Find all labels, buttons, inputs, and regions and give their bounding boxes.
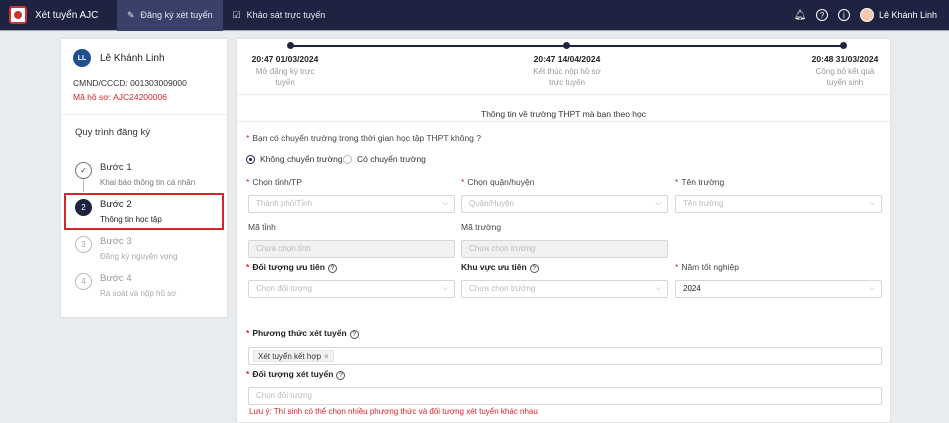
process-title: Quy trình đăng ký — [75, 127, 150, 138]
timeline-date-2: 20:47 14/04/2024 — [533, 54, 601, 64]
chevron-down-icon: ⌵ — [655, 200, 661, 207]
profile-name: Lê Khánh Linh — [100, 52, 165, 64]
checkbox-icon: ☑ — [232, 9, 241, 20]
profile-card: LL Lê Khánh Linh CMND/CCCD: 001303009000… — [61, 39, 227, 115]
chevron-down-icon: ⌵ — [442, 285, 448, 292]
radio-empty-icon — [343, 154, 352, 164]
method-multiselect[interactable]: Xét tuyển kết hợp × — [248, 347, 882, 365]
school-select[interactable]: Tên trường ⌵ — [675, 195, 882, 213]
help-icon[interactable]: ? — [815, 9, 828, 21]
ajc-logo-icon — [9, 6, 27, 24]
help-icon: ? — [327, 264, 337, 273]
grad-year-select[interactable]: 2024 ⌵ — [675, 280, 882, 298]
help-icon: ? — [529, 264, 539, 273]
step-4-number: 4 — [75, 273, 92, 290]
edit-icon: ✎ — [127, 9, 135, 20]
profile-code: Mã hồ sơ: AJC24200006 — [73, 92, 167, 102]
priority-label: * Đối tượng ưu tiên? — [246, 262, 337, 273]
timeline-dot — [563, 42, 570, 49]
priority-select[interactable]: Chọn đối tượng ⌵ — [248, 280, 455, 298]
step-4[interactable]: 4 Bước 4 Rà soát và nộp hồ sơ — [71, 270, 221, 302]
chevron-down-icon: ⌵ — [655, 285, 661, 292]
step-4-desc: Rà soát và nộp hồ sơ — [100, 289, 177, 298]
tab-register[interactable]: ✎ Đăng ký xét tuyển — [117, 0, 223, 31]
province-select[interactable]: Thành phố/Tỉnh ⌵ — [248, 195, 455, 213]
profile-avatar: LL — [73, 49, 91, 67]
timeline-desc-3: Công bố kết quả tuyển sinh — [815, 67, 875, 87]
area-select[interactable]: Chưa chọn trường ⌵ — [461, 280, 668, 298]
timeline-date-1: 20:47 01/03/2024 — [251, 54, 319, 64]
tab-register-label: Đăng ký xét tuyển — [140, 10, 213, 20]
step-3-number: 3 — [75, 236, 92, 253]
sidebar: LL Lê Khánh Linh CMND/CCCD: 001303009000… — [60, 38, 228, 318]
district-select[interactable]: Quận/Huyện ⌵ — [461, 195, 668, 213]
radio-no-transfer[interactable]: Không chuyển trường — [246, 154, 343, 164]
user-name[interactable]: Lê Khánh Linh — [879, 10, 937, 20]
user-avatar[interactable] — [859, 8, 874, 22]
help-icon: ? — [349, 330, 359, 339]
timeline-desc-2: Kết thúc nộp hồ sơ trực tuyến — [533, 67, 601, 87]
method-tag: Xét tuyển kết hợp × — [253, 350, 334, 362]
timeline-desc-1: Mở đăng ký trực tuyến — [255, 67, 315, 87]
section-title: Thông tin về trường THPT mà bạn theo học — [481, 109, 646, 119]
step-1[interactable]: ✓ Bước 1 Khai báo thông tin cá nhân — [71, 159, 221, 191]
target-label: * Đối tượng xét tuyển? — [246, 369, 346, 380]
step-3[interactable]: 3 Bước 3 Đăng ký nguyện vọng — [71, 233, 221, 265]
province-code-field: Chưa chọn tỉnh — [248, 240, 455, 258]
radio-transfer[interactable]: Có chuyển trường — [343, 154, 426, 164]
tab-survey[interactable]: ☑ Khảo sát trực tuyến — [223, 0, 336, 31]
main-panel: 20:47 01/03/2024 Mở đăng ký trực tuyến 20… — [236, 38, 891, 423]
timeline: 20:47 01/03/2024 Mở đăng ký trực tuyến 20… — [237, 39, 890, 95]
grad-year-label: * Năm tốt nghiệp — [675, 262, 739, 272]
district-label: * Chọn quận/huyện — [461, 177, 535, 187]
info-icon[interactable]: i — [837, 9, 850, 21]
divider — [237, 121, 890, 122]
profile-cmnd: CMND/CCCD: 001303009000 — [73, 78, 187, 88]
school-code-label: Mã trường — [461, 222, 502, 232]
tab-survey-label: Khảo sát trực tuyến — [246, 10, 326, 20]
area-label: Khu vực ưu tiên? — [461, 262, 539, 273]
step-1-desc: Khai báo thông tin cá nhân — [100, 178, 196, 187]
radio-selected-icon — [246, 154, 255, 164]
step-3-desc: Đăng ký nguyện vọng — [100, 252, 178, 261]
school-code-field: Chưa chọn trường — [461, 240, 668, 258]
step-3-title: Bước 3 — [100, 236, 132, 247]
step-1-title: Bước 1 — [100, 162, 132, 173]
method-label: * Phương thức xét tuyển? — [246, 328, 359, 339]
province-code-label: Mã tỉnh — [248, 222, 276, 232]
close-icon[interactable]: × — [324, 352, 329, 361]
chevron-down-icon: ⌵ — [442, 200, 448, 207]
help-icon: ? — [336, 371, 346, 380]
chevron-down-icon: ⌵ — [869, 285, 875, 292]
school-label: * Tên trường — [675, 177, 725, 187]
province-label: * Chọn tỉnh/TP — [246, 177, 302, 187]
chevron-down-icon: ⌵ — [869, 200, 875, 207]
top-navbar: Xét tuyển AJC ✎ Đăng ký xét tuyển ☑ Khảo… — [0, 0, 949, 31]
target-select[interactable]: Chọn đối tượng — [248, 387, 882, 405]
timeline-dot — [287, 42, 294, 49]
timeline-date-3: 20:48 31/03/2024 — [811, 54, 879, 64]
check-icon: ✓ — [75, 162, 92, 179]
step-4-title: Bước 4 — [100, 273, 132, 284]
app-title: Xét tuyển AJC — [35, 9, 99, 21]
brand[interactable]: Xét tuyển AJC — [0, 6, 117, 24]
bell-icon[interactable]: 🔔︎ — [794, 9, 807, 21]
note-text: Lưu ý: Thí sinh có thể chọn nhiều phương… — [249, 407, 538, 416]
timeline-dot — [840, 42, 847, 49]
transfer-question-label: * Bạn có chuyển trường trong thời gian họ… — [246, 133, 481, 143]
current-step-highlight — [64, 193, 224, 230]
